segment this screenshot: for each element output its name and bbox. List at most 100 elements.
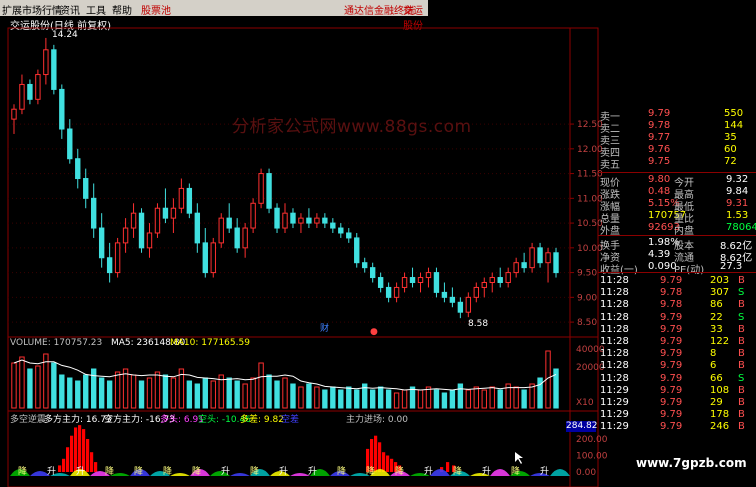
volume-bar (154, 371, 161, 409)
indicator-max-value: 284.82 (566, 421, 598, 432)
panel-divider (598, 235, 756, 236)
signal-label: 降 (18, 465, 27, 477)
signal-label: 升 (47, 466, 56, 477)
tick-time: 11:29 (600, 397, 629, 408)
candle-body (43, 49, 49, 76)
tick-price: 9.79 (660, 409, 683, 421)
volume-tick-label: X10 (576, 398, 594, 408)
volume-bar (465, 389, 472, 409)
volume-bar (385, 389, 392, 409)
tick-direction: B (738, 275, 745, 286)
tick-row: 11:29 9.79 29 B (598, 397, 756, 409)
signal-label: 降 (250, 465, 259, 477)
candle-body (417, 277, 424, 283)
volume-bar (83, 374, 89, 409)
candle-body (338, 227, 344, 234)
volume-bar (322, 389, 328, 409)
candle-body (162, 207, 169, 219)
volume-label: VOLUME: 170757.23 (10, 338, 103, 348)
tick-volume: 8 (710, 348, 717, 360)
tick-price: 9.78 (660, 299, 683, 311)
stat-value: 0.090 (648, 261, 677, 272)
signal-label: 降 (163, 465, 172, 477)
ask-row: 卖三 9.77 35 (598, 132, 756, 147)
inflow-bar (66, 447, 70, 472)
tick-row: 11:28 9.78 307 S (598, 287, 756, 299)
tick-price: 9.78 (660, 287, 683, 299)
candle-body (146, 232, 153, 249)
inflow-bar (446, 462, 450, 472)
volume-bar (75, 380, 81, 409)
tick-volume: 33 (710, 323, 723, 335)
candle-body (314, 217, 320, 224)
tick-volume: 203 (710, 275, 730, 286)
candle-body (202, 242, 208, 274)
tick-time: 11:28 (600, 275, 629, 286)
inflow-bar (382, 452, 386, 472)
stat-row: 现价 9.80 今开 9.32 (598, 174, 756, 189)
ask-price: 9.76 (648, 144, 671, 155)
volume-bar (489, 386, 495, 409)
event-marker: ● (370, 327, 378, 337)
candle-body (425, 272, 432, 279)
tick-volume: 29 (710, 397, 723, 408)
inflow-bar (78, 425, 82, 472)
ma10-label: MA10: 177165.59 (170, 338, 250, 348)
tick-row: 11:29 9.79 108 B (598, 385, 756, 397)
ask-volume: 60 (724, 144, 737, 155)
inflow-bar (62, 458, 66, 472)
price-tick-label: 8.50 (577, 318, 597, 328)
candle-body (11, 108, 17, 120)
volume-bar (266, 374, 272, 409)
tick-direction: S (738, 287, 745, 299)
ask-row: 卖二 9.78 144 (598, 120, 756, 135)
candle-body (234, 227, 240, 249)
indicator-band (490, 469, 510, 476)
candle-body (322, 217, 328, 224)
volume-bar (513, 386, 519, 409)
tick-row: 11:28 9.79 33 B (598, 324, 756, 336)
volume-bar (106, 380, 113, 409)
signal-label: 升 (308, 466, 317, 477)
volume-bar (330, 386, 336, 409)
price-tick-label: 9.00 (577, 293, 597, 303)
candle-body (27, 83, 33, 100)
candle-body (385, 286, 392, 298)
candle-body (154, 207, 161, 234)
volume-bar (67, 377, 73, 409)
tick-volume: 22 (710, 311, 723, 323)
tick-time: 11:28 (600, 287, 629, 299)
stat-value: 9.32 (726, 174, 749, 185)
signal-label: 降 (453, 465, 462, 477)
candle-body (282, 212, 288, 229)
volume-bar (98, 377, 105, 409)
volume-bar (274, 380, 280, 409)
volume-bar (234, 380, 240, 409)
tick-row: 11:28 9.79 66 S (598, 373, 756, 385)
candle-body (306, 217, 312, 224)
candle-body (130, 212, 137, 229)
volume-bar (242, 383, 248, 409)
signal-label: 升 (540, 466, 549, 477)
volume-bar (425, 386, 432, 409)
stat-value: 9.31 (726, 198, 749, 209)
ask-row: 卖四 9.76 60 (598, 144, 756, 159)
candle-body (266, 173, 272, 209)
tick-price: 9.79 (660, 323, 683, 335)
low-price-marker: 8.58 (468, 319, 488, 329)
stat-row: 外盘 92693 内盘 78064 (598, 222, 756, 237)
candle-body (59, 88, 65, 130)
ask-volume: 35 (724, 132, 737, 143)
volume-bar (457, 383, 464, 409)
stat-value: 4.39 (648, 249, 671, 260)
candle-body (505, 272, 511, 283)
inflow-bar (86, 438, 90, 472)
ask-price: 9.77 (648, 132, 671, 143)
candle-body (346, 232, 352, 239)
indicator-axis-ticks: 200.00 100.00 0.00 (576, 435, 608, 478)
volume-bar (138, 380, 145, 409)
candle-body (258, 173, 264, 204)
stat-row: 涨跌 0.48 最高 9.84 (598, 186, 756, 201)
signal-label: 升 (424, 466, 433, 477)
volume-bar (258, 362, 264, 409)
